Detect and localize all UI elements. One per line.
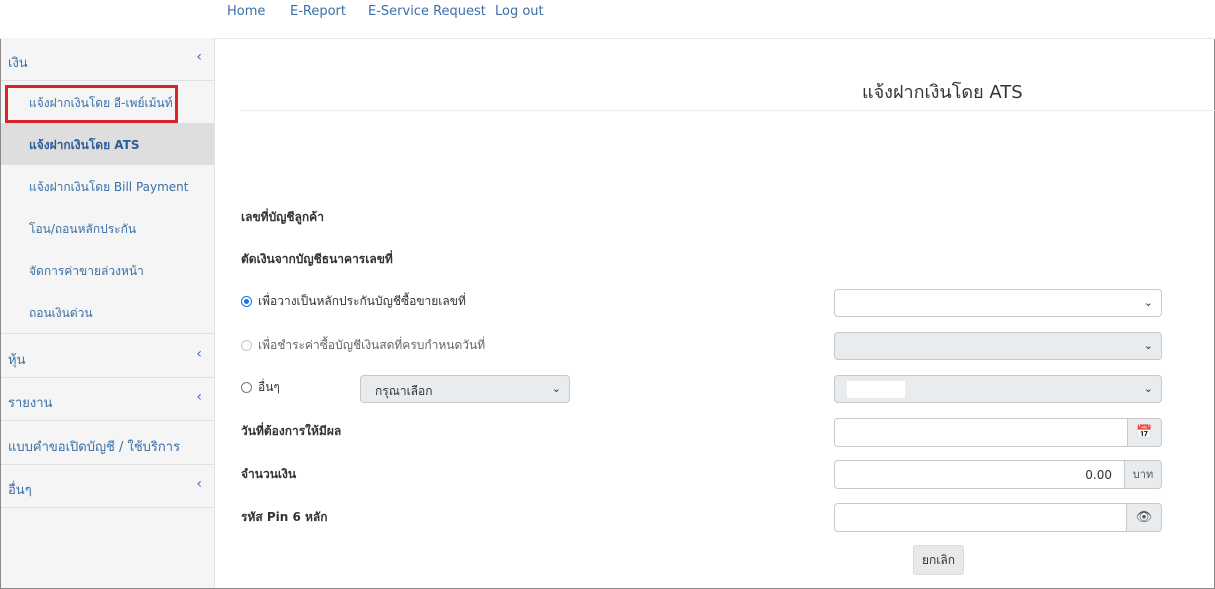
chevron-left-icon: ‹ <box>196 49 202 65</box>
redacted-value <box>847 381 905 398</box>
chevron-down-icon: ⌄ <box>1143 382 1153 395</box>
amount-input[interactable]: 0.00 <box>834 460 1125 489</box>
chevron-down-icon: ⌄ <box>1143 339 1153 352</box>
sidebar-item-advance-sale[interactable]: จัดการค่าขายล่วงหน้า <box>1 249 214 291</box>
radio-cash-row: เพื่อชำระค่าซื้อบัญชีเงินสดที่ครบกำหนดวั… <box>241 336 485 355</box>
sidebar-group-stock[interactable]: หุ้น ‹ <box>1 335 214 378</box>
chevron-left-icon: ‹ <box>196 346 202 362</box>
effective-date-label: วันที่ต้องการให้มีผล <box>241 424 342 438</box>
sidebar-group-label: เงิน <box>8 56 28 71</box>
sidebar-item-collateral-transfer[interactable]: โอน/ถอนหลักประกัน <box>1 207 214 249</box>
sidebar-group-other[interactable]: อื่นๆ ‹ <box>1 465 214 508</box>
sidebar-item-ats[interactable]: แจ้งฝากเงินโดย ATS <box>1 123 214 165</box>
chevron-down-icon: ⌄ <box>551 382 561 395</box>
sidebar-group-report[interactable]: รายงาน ‹ <box>1 378 214 421</box>
sidebar-group-label: หุ้น <box>8 353 26 368</box>
title-divider <box>241 110 1215 111</box>
chevron-left-icon: ‹ <box>196 389 202 405</box>
amount-value: 0.00 <box>1085 468 1112 482</box>
customer-account-label: เลขที่บัญชีลูกค้า <box>241 210 324 224</box>
page-title: แจ้งฝากเงินโดย ATS <box>862 82 1023 103</box>
chevron-down-icon: ⌄ <box>1143 296 1153 309</box>
pin-input[interactable] <box>834 503 1127 532</box>
sidebar-group-forms[interactable]: แบบคำขอเปิดบัญชี / ใช้บริการ <box>1 422 214 465</box>
sidebar-item-label: แจ้งฝากเงินโดย Bill Payment <box>29 180 189 194</box>
radio-collateral-label: เพื่อวางเป็นหลักประกันบัญชีซื้อขายเลขที่ <box>258 294 466 308</box>
amount-unit-addon: บาท <box>1125 460 1162 489</box>
nav-logout-link[interactable]: Log out <box>495 4 544 19</box>
sidebar-group-label: อื่นๆ <box>8 483 32 498</box>
due-date-select: ⌄ <box>834 332 1162 360</box>
radio-other-label: อื่นๆ <box>258 380 280 394</box>
sidebar-item-label: ถอนเงินด่วน <box>29 306 93 320</box>
amount-label: จำนวนเงิน <box>241 467 297 481</box>
sidebar-item-express-withdraw[interactable]: ถอนเงินด่วน <box>1 291 214 334</box>
sidebar-item-label: จัดการค่าขายล่วงหน้า <box>29 264 144 278</box>
highlight-box <box>5 85 178 123</box>
calendar-icon[interactable]: 📅 <box>1128 418 1162 447</box>
effective-date-input[interactable] <box>834 418 1128 447</box>
nav-eservice-link[interactable]: E-Service Request <box>368 4 486 19</box>
sidebar-item-label: แจ้งฝากเงินโดย ATS <box>29 138 140 152</box>
other-purpose-select[interactable]: กรุณาเลือก ⌄ <box>360 375 570 403</box>
nav-home-link[interactable]: Home <box>227 4 265 19</box>
radio-collateral[interactable] <box>241 296 252 307</box>
nav-ereport-link[interactable]: E-Report <box>290 4 346 19</box>
radio-cash <box>241 340 252 351</box>
sidebar-group-label: รายงาน <box>8 396 53 411</box>
cancel-button[interactable]: ยกเลิก <box>913 545 964 575</box>
pin-label: รหัส Pin 6 หลัก <box>241 510 328 524</box>
sidebar-group-label: แบบคำขอเปิดบัญชี / ใช้บริการ <box>8 440 181 455</box>
radio-collateral-row[interactable]: เพื่อวางเป็นหลักประกันบัญชีซื้อขายเลขที่ <box>241 292 466 311</box>
chevron-left-icon: ‹ <box>196 476 202 492</box>
sidebar-item-label: โอน/ถอนหลักประกัน <box>29 222 137 236</box>
collateral-account-select[interactable]: ⌄ <box>834 289 1162 317</box>
other-detail-select[interactable]: ⌄ <box>834 375 1162 403</box>
debit-bank-label: ตัดเงินจากบัญชีธนาคารเลขที่ <box>241 252 393 266</box>
radio-other[interactable] <box>241 382 252 393</box>
eye-icon[interactable]: 👁 <box>1127 503 1162 532</box>
sidebar-item-bill-payment[interactable]: แจ้งฝากเงินโดย Bill Payment <box>1 165 214 207</box>
other-purpose-value: กรุณาเลือก <box>375 384 433 398</box>
radio-cash-label: เพื่อชำระค่าซื้อบัญชีเงินสดที่ครบกำหนดวั… <box>258 338 486 352</box>
radio-other-row[interactable]: อื่นๆ <box>241 378 280 397</box>
sidebar-group-money[interactable]: เงิน ‹ <box>1 38 214 81</box>
top-nav: Home E-Report E-Service Request Log out <box>0 0 1215 39</box>
